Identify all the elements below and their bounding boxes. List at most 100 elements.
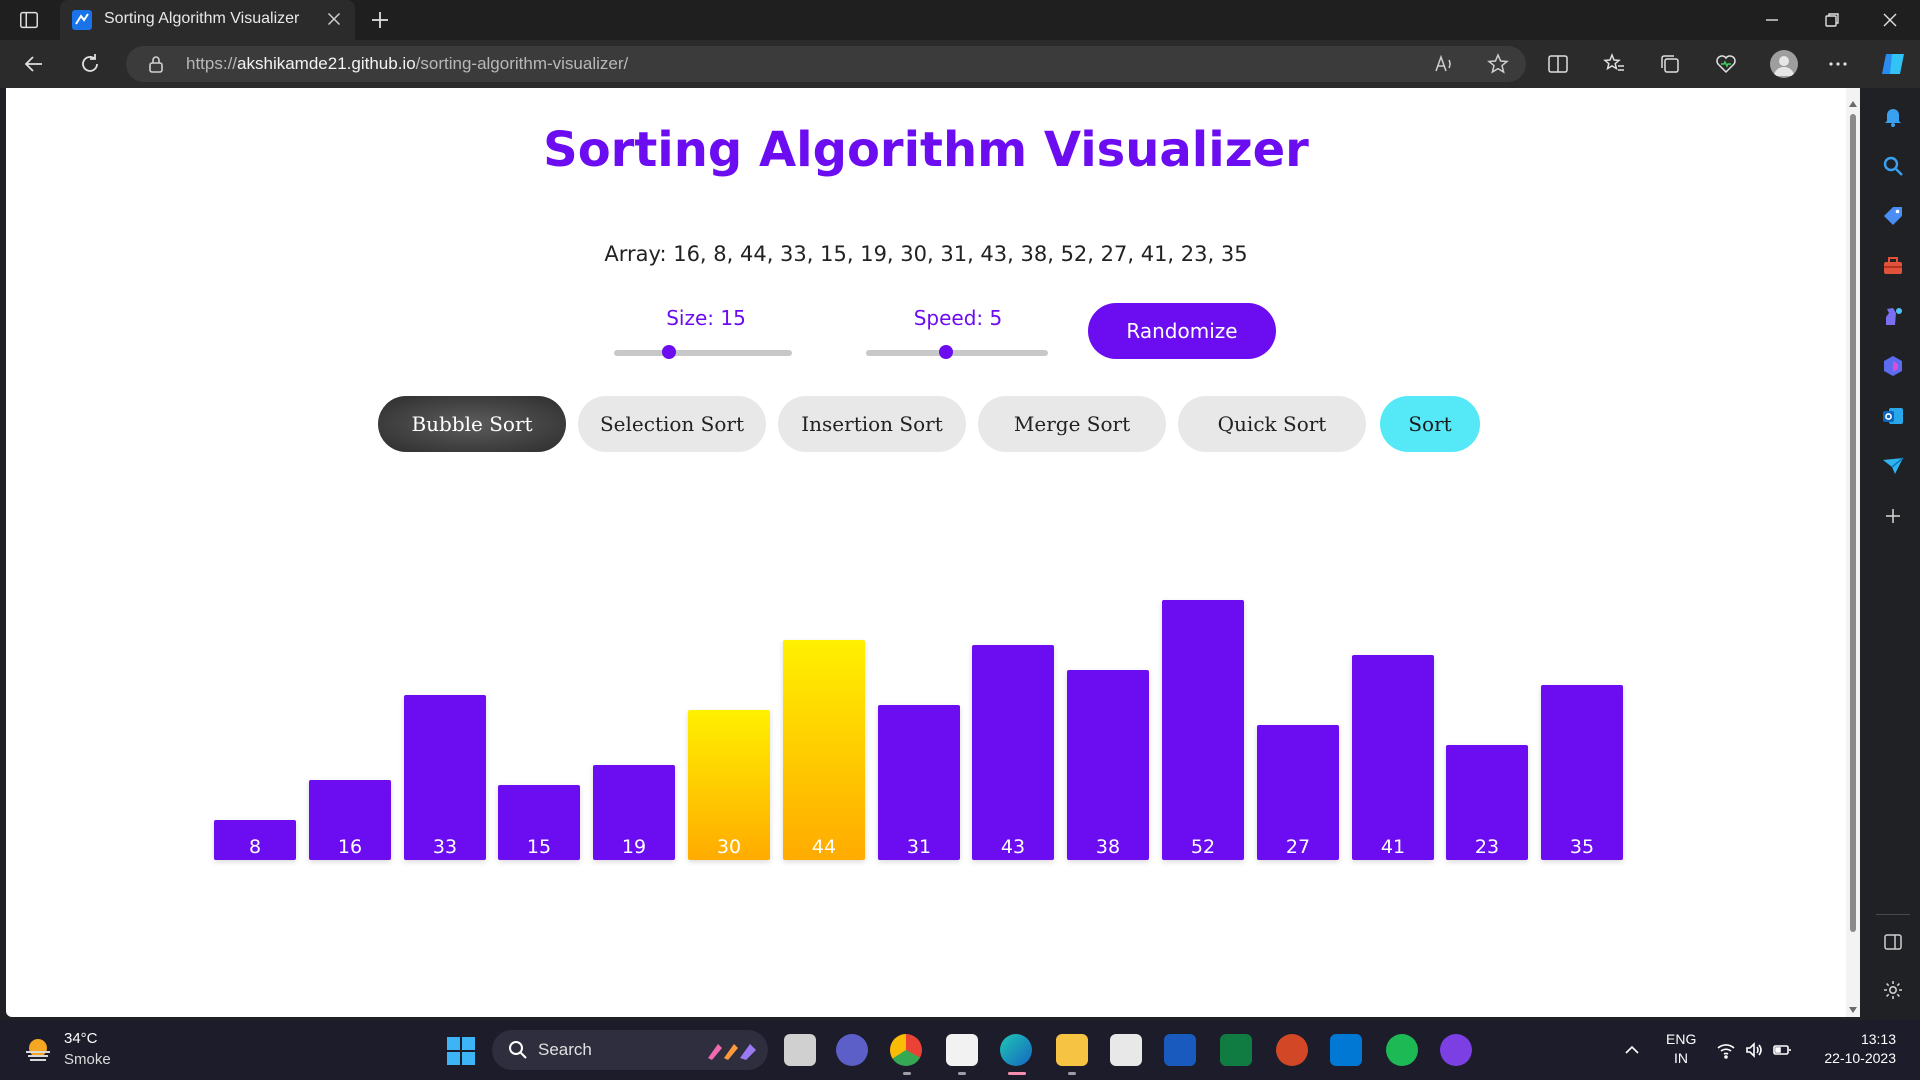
bar: 30	[688, 710, 770, 860]
bar-value-label: 19	[621, 836, 647, 858]
volume-icon[interactable]	[1744, 1040, 1764, 1060]
site-favicon-icon	[72, 10, 92, 30]
add-icon[interactable]	[1881, 504, 1905, 528]
search-icon[interactable]	[1881, 154, 1905, 178]
microsoft-store-icon[interactable]	[1110, 1034, 1142, 1066]
excel-icon[interactable]	[1220, 1034, 1252, 1066]
lock-icon[interactable]	[146, 54, 166, 74]
bar: 16	[309, 780, 391, 860]
language-indicator[interactable]: ENG IN	[1666, 1030, 1696, 1068]
close-window-icon[interactable]	[1878, 8, 1902, 32]
outlook-icon[interactable]	[1881, 404, 1905, 428]
scroll-down-arrow-icon[interactable]	[1848, 1000, 1858, 1013]
bar: 31	[878, 705, 960, 860]
copilot-icon[interactable]	[1878, 50, 1908, 78]
favorites-icon[interactable]	[1602, 52, 1626, 76]
back-arrow-icon[interactable]	[22, 52, 46, 76]
bar-value-label: 27	[1285, 836, 1311, 858]
page-viewport: Sorting Algorithm Visualizer Array: 16, …	[6, 88, 1860, 1017]
bar: 33	[404, 695, 486, 860]
show-hidden-icons-chevron-icon[interactable]	[1622, 1040, 1642, 1060]
search-highlight-icon	[704, 1038, 760, 1062]
bar: 19	[593, 765, 675, 860]
address-bar[interactable]: https://akshikamde21.github.io/sorting-a…	[126, 46, 1526, 82]
browser-tab[interactable]: Sorting Algorithm Visualizer	[60, 0, 355, 40]
hide-sidebar-icon[interactable]	[1881, 930, 1905, 954]
sidebar-divider	[1876, 914, 1910, 915]
drop-send-icon[interactable]	[1881, 454, 1905, 478]
github-desktop-icon[interactable]	[1440, 1034, 1472, 1066]
tab-close-icon[interactable]	[323, 8, 345, 30]
wifi-icon[interactable]	[1716, 1040, 1736, 1060]
edge-sidebar	[1866, 88, 1920, 1017]
shopping-tag-icon[interactable]	[1881, 204, 1905, 228]
taskbar-search-icon	[508, 1040, 528, 1060]
taskbar-search-label: Search	[538, 1040, 592, 1059]
bar-value-label: 8	[248, 836, 262, 858]
weather-condition[interactable]: Smoke	[64, 1051, 111, 1068]
bar-value-label: 41	[1380, 836, 1406, 858]
bar-value-label: 52	[1190, 836, 1216, 858]
edge-icon[interactable]	[1000, 1034, 1032, 1066]
vscode-icon[interactable]	[1330, 1034, 1362, 1066]
bar-value-label: 35	[1569, 836, 1595, 858]
browser-titlebar: Sorting Algorithm Visualizer	[0, 0, 1920, 40]
bar: 44	[783, 640, 865, 860]
powerpoint-icon[interactable]	[1276, 1034, 1308, 1066]
scrollbar-thumb[interactable]	[1850, 114, 1856, 932]
notion-icon[interactable]	[946, 1034, 978, 1066]
tab-actions-icon[interactable]	[18, 9, 40, 31]
new-tab-icon[interactable]	[368, 8, 392, 32]
browser-essentials-icon[interactable]	[1714, 52, 1738, 76]
microsoft-365-icon[interactable]	[1881, 354, 1905, 378]
bar: 8	[214, 820, 296, 860]
bar-value-label: 33	[432, 836, 458, 858]
weather-temperature[interactable]: 34°C	[64, 1030, 98, 1047]
edge-active-indicator	[1008, 1072, 1026, 1075]
more-options-icon[interactable]	[1826, 52, 1850, 76]
games-icon[interactable]	[1881, 304, 1905, 328]
chrome-running-indicator	[903, 1072, 911, 1075]
windows-taskbar: 34°C Smoke Search ENG IN 13:13 22-10-2023	[0, 1020, 1920, 1080]
windows-start-icon[interactable]	[446, 1036, 476, 1066]
explorer-running-indicator	[1068, 1072, 1076, 1075]
notion-running-indicator	[958, 1072, 966, 1075]
task-view-icon[interactable]	[784, 1034, 816, 1066]
taskbar-clock[interactable]: 13:13 22-10-2023	[1812, 1030, 1896, 1068]
bar-value-label: 16	[337, 836, 363, 858]
bar-value-label: 30	[716, 836, 742, 858]
url-text: https://akshikamde21.github.io/sorting-a…	[186, 54, 629, 73]
favorite-star-icon[interactable]	[1486, 52, 1510, 76]
bar: 38	[1067, 670, 1149, 860]
chrome-icon[interactable]	[890, 1034, 922, 1066]
refresh-icon[interactable]	[78, 52, 102, 76]
bar-chart: 8 16 33 15 19 30 44 31 43 38 52 27 41 23 35	[6, 88, 1846, 1017]
minimize-icon[interactable]	[1760, 8, 1784, 32]
bar-value-label: 38	[1095, 836, 1121, 858]
restore-icon[interactable]	[1820, 8, 1844, 32]
read-aloud-icon[interactable]	[1432, 52, 1456, 76]
teams-chat-icon[interactable]	[836, 1034, 868, 1066]
bar: 35	[1541, 685, 1623, 860]
battery-icon[interactable]	[1772, 1040, 1792, 1060]
browser-toolbar: https://akshikamde21.github.io/sorting-a…	[0, 40, 1920, 88]
split-screen-icon[interactable]	[1546, 52, 1570, 76]
collections-icon[interactable]	[1658, 52, 1682, 76]
bell-icon[interactable]	[1881, 104, 1905, 128]
bar: 23	[1446, 745, 1528, 860]
spotify-icon[interactable]	[1386, 1034, 1418, 1066]
toolbox-icon[interactable]	[1881, 254, 1905, 278]
profile-avatar[interactable]	[1770, 50, 1798, 78]
word-icon[interactable]	[1164, 1034, 1196, 1066]
page-scrollbar[interactable]	[1846, 88, 1860, 1017]
bar-value-label: 44	[811, 836, 837, 858]
bar-value-label: 31	[906, 836, 932, 858]
file-explorer-icon[interactable]	[1056, 1034, 1088, 1066]
weather-haze-icon[interactable]	[22, 1034, 54, 1066]
settings-gear-icon[interactable]	[1881, 978, 1905, 1002]
taskbar-search-box[interactable]: Search	[492, 1030, 768, 1070]
tab-title: Sorting Algorithm Visualizer	[104, 10, 300, 27]
scroll-up-arrow-icon[interactable]	[1848, 94, 1858, 107]
bar: 41	[1352, 655, 1434, 860]
bar-value-label: 15	[526, 836, 552, 858]
